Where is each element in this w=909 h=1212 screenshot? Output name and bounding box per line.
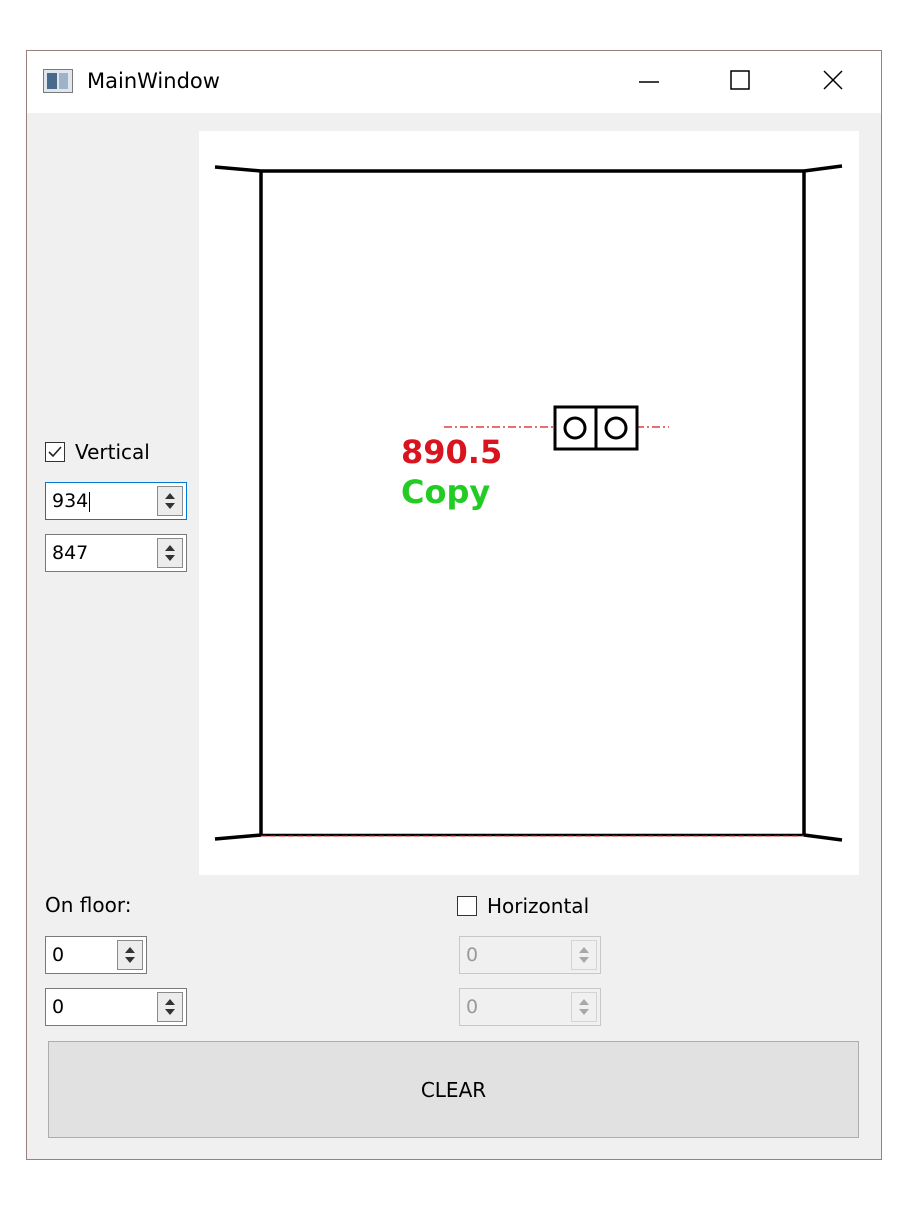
measurement-label: 890.5 — [401, 433, 503, 471]
horizontal-spin-1: 0 — [459, 936, 601, 974]
spin-arrows[interactable] — [157, 486, 183, 516]
vertical-checkbox[interactable] — [45, 442, 65, 462]
check-icon — [48, 446, 62, 458]
vertical-spin-2-value: 847 — [52, 542, 89, 564]
app-icon — [43, 69, 73, 93]
spin-arrows[interactable] — [117, 940, 143, 970]
spin-arrows-icon — [125, 947, 135, 963]
maximize-icon — [730, 70, 750, 90]
copy-label: Copy — [401, 473, 491, 511]
on-floor-label: On floor: — [45, 893, 132, 917]
socket-box-right — [594, 405, 639, 451]
vertical-label: Vertical — [75, 440, 150, 464]
bottom-right-edge — [803, 833, 843, 842]
minimize-button[interactable] — [604, 51, 684, 113]
horizontal-spin-2: 0 — [459, 988, 601, 1026]
spin-arrows-icon — [579, 947, 589, 963]
vertical-spin-1-value: 934 — [52, 490, 89, 512]
horizontal-checkbox[interactable] — [457, 896, 477, 916]
vertical-spin-1[interactable]: 934 — [45, 482, 187, 520]
socket-box-left — [553, 405, 598, 451]
bottom-left-edge — [214, 833, 262, 841]
maximize-button[interactable] — [700, 51, 780, 113]
spin-arrows[interactable] — [157, 992, 183, 1022]
spin-arrows-icon — [165, 999, 175, 1015]
horizontal-spin-2-value: 0 — [466, 996, 479, 1018]
spin-arrows[interactable] — [157, 538, 183, 568]
window-title: MainWindow — [87, 69, 220, 93]
vertical-spin-2[interactable]: 847 — [45, 534, 187, 572]
horizontal-spin-1-value: 0 — [466, 944, 479, 966]
spin-arrows — [571, 940, 597, 970]
floor-spin-2-value: 0 — [52, 996, 65, 1018]
minimize-icon — [639, 81, 659, 83]
title-bar[interactable]: MainWindow — [27, 51, 881, 113]
spin-arrows — [571, 992, 597, 1022]
close-icon — [823, 70, 843, 90]
main-window: MainWindow Vertical 934 847 890.5 Copy O… — [26, 50, 882, 1160]
top-left-edge — [214, 165, 262, 173]
floor-spin-1[interactable]: 0 — [45, 936, 147, 974]
horizontal-checkbox-row[interactable]: Horizontal — [457, 893, 589, 919]
floor-spin-2[interactable]: 0 — [45, 988, 187, 1026]
horizontal-label: Horizontal — [487, 894, 590, 918]
text-cursor — [89, 491, 91, 512]
vertical-checkbox-row[interactable]: Vertical — [45, 439, 150, 465]
spin-arrows-icon — [579, 999, 589, 1015]
spin-arrows-icon — [165, 545, 175, 561]
floor-spin-1-value: 0 — [52, 944, 65, 966]
clear-button[interactable]: CLEAR — [48, 1041, 859, 1138]
spin-arrows-icon — [165, 493, 175, 509]
drawing-canvas[interactable]: 890.5 Copy — [199, 131, 859, 875]
top-right-edge — [803, 164, 843, 173]
close-button[interactable] — [795, 51, 875, 113]
cabinet-drawing — [214, 164, 843, 842]
